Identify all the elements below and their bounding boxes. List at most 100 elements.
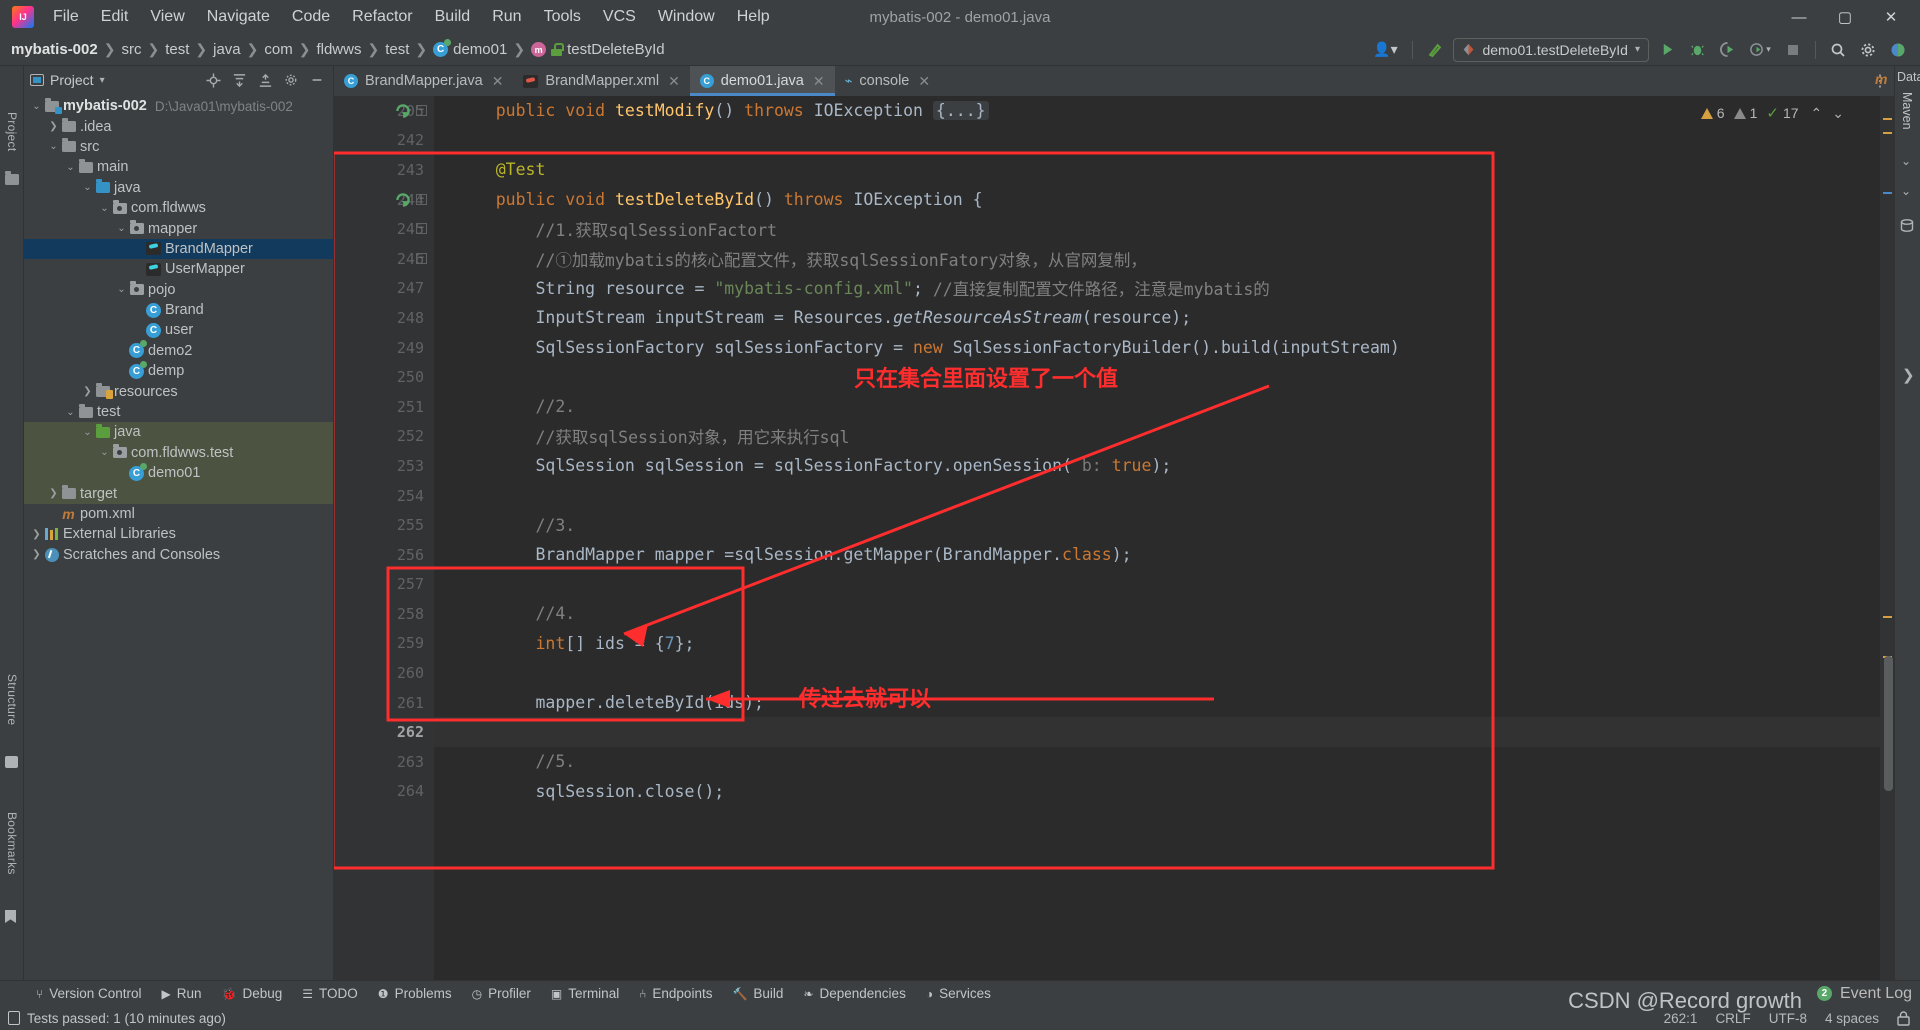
breadcrumb-item-fldwws[interactable]: fldwws (311, 39, 366, 60)
code-line[interactable] (434, 570, 1880, 600)
breadcrumb-item-test[interactable]: test (160, 39, 194, 60)
expand-all-icon[interactable] (229, 70, 249, 90)
breadcrumb-item-test2[interactable]: test (380, 39, 414, 60)
tree-node-target[interactable]: ❯ target (24, 483, 333, 504)
tree-node-java[interactable]: ⌄ java (24, 178, 333, 198)
chevron-down-icon[interactable]: ⌄ (1901, 184, 1911, 198)
close-icon[interactable]: ✕ (492, 73, 504, 90)
run-icon[interactable] (1655, 38, 1679, 62)
code-line[interactable]: SqlSessionFactory sqlSessionFactory = ne… (434, 333, 1880, 363)
code-line[interactable]: sqlSession.close(); (434, 777, 1880, 807)
gutter-line[interactable]: 258 (334, 599, 434, 629)
code-line[interactable]: InputStream inputStream = Resources. getR… (434, 303, 1880, 333)
code-line[interactable] (434, 126, 1880, 156)
breadcrumb-item-demo01[interactable]: C demo01 (428, 39, 512, 60)
editor-gutter[interactable]: 205−242 243 244−245−246−247 248 249 250 251 252… (334, 96, 434, 980)
code-line[interactable]: SqlSession sqlSession = sqlSessionFactor… (434, 451, 1880, 481)
tool-button-terminal[interactable]: ▣ Terminal (541, 984, 629, 1003)
gutter-line[interactable]: 254 (334, 481, 434, 511)
breadcrumb-item-com[interactable]: com (259, 39, 297, 60)
fold-toggle-icon[interactable]: − (416, 253, 427, 264)
tree-node--idea[interactable]: ❯ .idea (24, 116, 333, 136)
gutter-line[interactable]: 264 (334, 777, 434, 807)
chevron-down-icon[interactable]: ⌄ (98, 203, 111, 214)
tool-button-profiler[interactable]: ◷ Profiler (462, 984, 541, 1003)
code-line[interactable] (434, 362, 1880, 392)
collapse-all-icon[interactable] (255, 70, 275, 90)
gutter-line[interactable]: 261 (334, 688, 434, 718)
menu-file[interactable]: File (42, 4, 90, 30)
menu-run[interactable]: Run (481, 4, 532, 30)
gutter-line[interactable]: 260 (334, 658, 434, 688)
menu-navigate[interactable]: Navigate (196, 4, 281, 30)
tree-node-usermapper[interactable]: UserMapper (24, 259, 333, 279)
settings-icon[interactable] (281, 70, 301, 90)
tree-node-pom-xml[interactable]: m pom.xml (24, 504, 333, 524)
code-line[interactable]: //1.获取sqlSessionFactort (434, 214, 1880, 244)
tool-button-dependencies[interactable]: ❧ Dependencies (793, 984, 915, 1003)
gutter-line[interactable]: 252 (334, 422, 434, 452)
code-line[interactable]: //4. (434, 599, 1880, 629)
tab-console[interactable]: ⌁ console ✕ (835, 66, 941, 96)
code-line[interactable]: BrandMapper mapper = sqlSession.getMapper… (434, 540, 1880, 570)
chevron-down-icon[interactable]: ⌄ (1832, 105, 1844, 122)
code-line[interactable]: mapper.deleteById(ids); (434, 688, 1880, 718)
code-line[interactable]: //3. (434, 510, 1880, 540)
fold-toggle-icon[interactable]: − (416, 223, 427, 235)
chevron-down-icon[interactable]: ⌄ (64, 407, 77, 418)
tree-node-brand[interactable]: C Brand (24, 300, 333, 320)
close-icon[interactable]: ✕ (918, 73, 930, 90)
code-line[interactable] (434, 481, 1880, 511)
code-line[interactable]: //2. (434, 392, 1880, 422)
tree-node-external-libraries[interactable]: ❯ External Libraries (24, 524, 333, 544)
tab-demo01-java[interactable]: C demo01.java ✕ (689, 66, 835, 96)
chevron-down-icon[interactable]: ⌄ (1901, 154, 1911, 168)
code-line[interactable]: @Test (434, 155, 1880, 185)
locate-icon[interactable] (203, 70, 223, 90)
tool-button-build[interactable]: 🔨 Build (722, 984, 793, 1003)
tool-button-endpoints[interactable]: ⑃ Endpoints (629, 984, 722, 1003)
tree-node-user[interactable]: Cuser (24, 320, 333, 340)
chevron-down-icon[interactable]: ▾ (100, 75, 105, 86)
tree-node-pojo[interactable]: ⌄ pojo (24, 280, 333, 300)
tree-node-com-fldwws-test[interactable]: ⌄ com.fldwws.test (24, 442, 333, 464)
tree-node-java[interactable]: ⌄ java (24, 422, 333, 443)
menu-help[interactable]: Help (726, 4, 781, 30)
search-icon[interactable] (1826, 38, 1850, 62)
tab-brandmapper-xml[interactable]: BrandMapper.xml ✕ (513, 66, 689, 96)
updates-icon[interactable] (1886, 38, 1910, 62)
tree-node-mapper[interactable]: ⌄ mapper (24, 218, 333, 238)
run-with-coverage-icon[interactable] (1715, 38, 1739, 62)
tree-node-test[interactable]: ⌄ test (24, 402, 333, 422)
gutter-line[interactable]: 257 (334, 570, 434, 600)
code-line[interactable]: //5. (434, 747, 1880, 777)
strip-button-structure[interactable]: Structure (5, 674, 19, 725)
breadcrumb-item-method[interactable]: m testDeleteById (526, 39, 670, 60)
code-line[interactable]: int[] ids = {7}; (434, 629, 1880, 659)
tree-node-demp[interactable]: Cdemp (24, 360, 333, 381)
close-icon[interactable]: ✕ (813, 73, 825, 90)
indent-setting[interactable]: 4 spaces (1825, 1011, 1879, 1026)
line-separator[interactable]: CRLF (1715, 1011, 1750, 1026)
gutter-line[interactable]: 259 (334, 629, 434, 659)
chevron-up-icon[interactable]: ⌃ (1811, 105, 1823, 122)
run-test-gutter-icon[interactable] (394, 191, 412, 209)
caret-position[interactable]: 262:1 (1664, 1011, 1698, 1026)
file-encoding[interactable]: UTF-8 (1769, 1011, 1807, 1026)
minimize-button[interactable]: — (1776, 0, 1822, 34)
chevron-right-icon[interactable]: ❯ (47, 488, 60, 499)
close-button[interactable]: ✕ (1868, 0, 1914, 34)
hammer-icon[interactable] (1423, 38, 1447, 62)
chevron-down-icon[interactable]: ⌄ (30, 101, 43, 112)
code-line[interactable]: String resource = "mybatis-config.xml"; … (434, 274, 1880, 304)
gutter-line[interactable]: 251 (334, 392, 434, 422)
close-icon[interactable]: ✕ (668, 73, 680, 90)
gutter-line[interactable]: 248 (334, 303, 434, 333)
strip-button-bookmarks[interactable]: Bookmarks (5, 812, 19, 875)
gutter-line[interactable]: 249 (334, 333, 434, 363)
code-line[interactable]: public void testDeleteById() throws IOEx… (434, 185, 1880, 215)
hide-icon[interactable] (307, 70, 327, 90)
chevron-down-icon[interactable]: ⌄ (115, 223, 128, 234)
chevron-right-icon[interactable]: ❯ (81, 386, 94, 397)
tree-node-src[interactable]: ⌄ src (24, 137, 333, 157)
